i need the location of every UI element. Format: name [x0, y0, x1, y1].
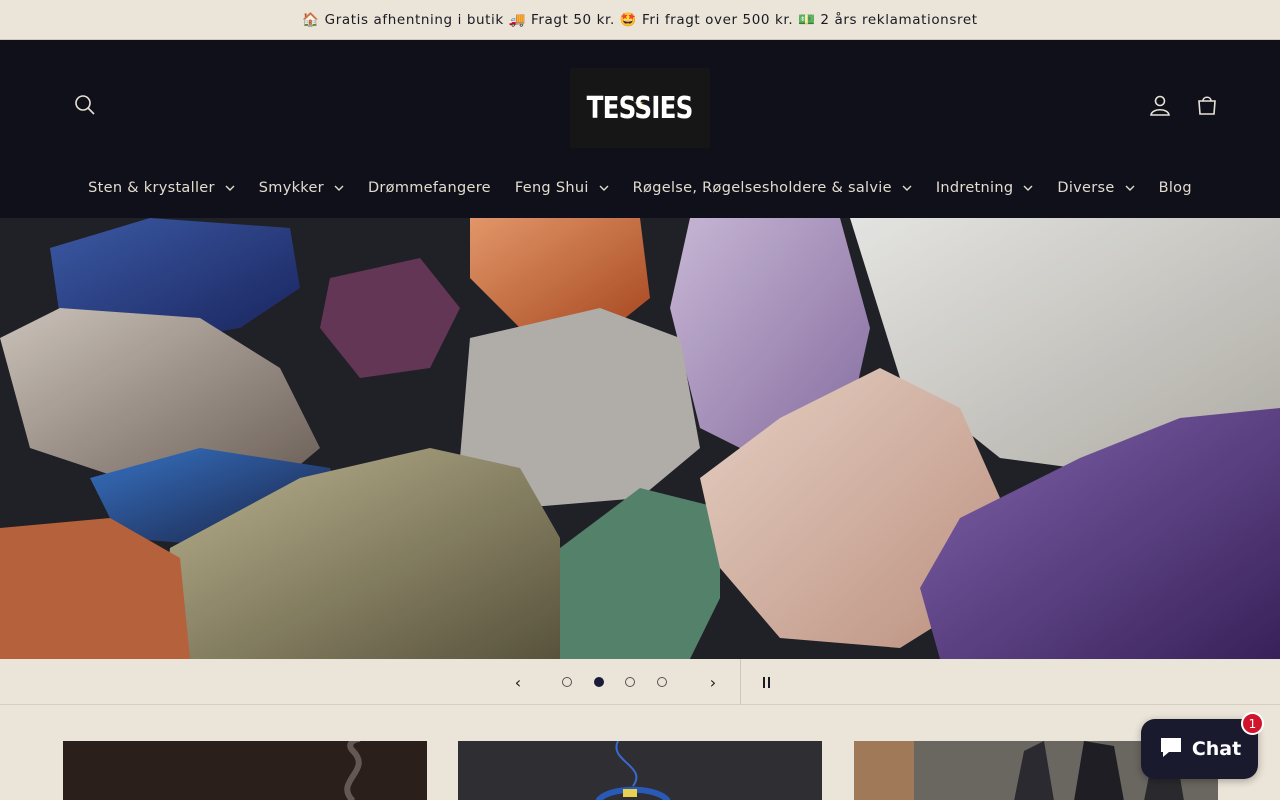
user-icon — [1149, 94, 1171, 120]
nav-item-label: Røgelse, Røgelsesholdere & salvie — [632, 180, 892, 196]
nav-item-sten-krystaller[interactable]: Sten & krystaller — [76, 167, 247, 209]
chat-notification-badge: 1 — [1241, 712, 1264, 735]
nav-item-label: Smykker — [258, 180, 324, 196]
nav-item-label: Drømmefangere — [367, 180, 491, 196]
site-header: ✦ TESSIES Sten & krystaller Smykker Drøm… — [0, 40, 1280, 218]
search-button[interactable] — [63, 85, 107, 129]
slideshow-prev-button[interactable]: ‹ — [496, 659, 540, 705]
bag-icon — [1196, 94, 1218, 120]
store-logo[interactable]: ✦ TESSIES — [570, 68, 710, 148]
nav-item-rogelse[interactable]: Røgelse, Røgelsesholdere & salvie — [621, 167, 924, 209]
nav-item-label: Indretning — [935, 180, 1014, 196]
nav-item-label: Diverse — [1057, 180, 1115, 196]
nav-item-label: Feng Shui — [514, 180, 589, 196]
chat-bubble-icon — [1158, 735, 1184, 763]
collection-grid — [0, 705, 1280, 800]
nav-item-label: Blog — [1158, 180, 1192, 196]
slideshow-controls: ‹ › — [0, 659, 1280, 705]
chevron-down-icon — [599, 183, 609, 193]
nav-item-smykker[interactable]: Smykker — [247, 167, 356, 209]
slide-dot-1[interactable] — [562, 677, 572, 687]
announcement-text: 🏠 Gratis afhentning i butik 🚚 Fragt 50 k… — [302, 11, 978, 28]
collection-card-2[interactable] — [458, 741, 822, 800]
slide-dot-3[interactable] — [625, 677, 635, 687]
pause-icon — [762, 676, 765, 688]
logo-text: TESSIES — [587, 90, 694, 126]
nav-item-diverse[interactable]: Diverse — [1045, 167, 1146, 209]
search-icon — [74, 94, 96, 120]
chevron-down-icon — [1125, 183, 1135, 193]
collection-card-1[interactable] — [63, 741, 427, 800]
slideshow-pause-button[interactable] — [752, 659, 780, 705]
slideshow-next-button[interactable]: › — [691, 659, 735, 705]
chevron-left-icon: ‹ — [514, 672, 522, 692]
slide-dot-2[interactable] — [594, 677, 604, 687]
announcement-bar: 🏠 Gratis afhentning i butik 🚚 Fragt 50 k… — [0, 0, 1280, 40]
account-button[interactable] — [1138, 85, 1182, 129]
nav-item-label: Sten & krystaller — [88, 180, 215, 196]
controls-divider — [740, 659, 741, 705]
chevron-right-icon: › — [709, 672, 717, 692]
chat-label: Chat — [1191, 738, 1242, 760]
main-navigation: Sten & krystaller Smykker Drømmefangere … — [0, 167, 1280, 209]
chevron-down-icon — [1023, 183, 1033, 193]
nav-item-indretning[interactable]: Indretning — [924, 167, 1046, 209]
nav-item-blog[interactable]: Blog — [1147, 167, 1204, 209]
slide-dot-4[interactable] — [657, 677, 667, 687]
nav-item-drommefangere[interactable]: Drømmefangere — [356, 167, 503, 209]
nav-item-feng-shui[interactable]: Feng Shui — [503, 167, 621, 209]
hero-slide-image — [0, 218, 1280, 659]
chevron-down-icon — [225, 183, 235, 193]
chat-button[interactable]: Chat — [1141, 719, 1258, 779]
chevron-down-icon — [334, 183, 344, 193]
cart-button[interactable] — [1185, 85, 1229, 129]
chevron-down-icon — [902, 183, 912, 193]
